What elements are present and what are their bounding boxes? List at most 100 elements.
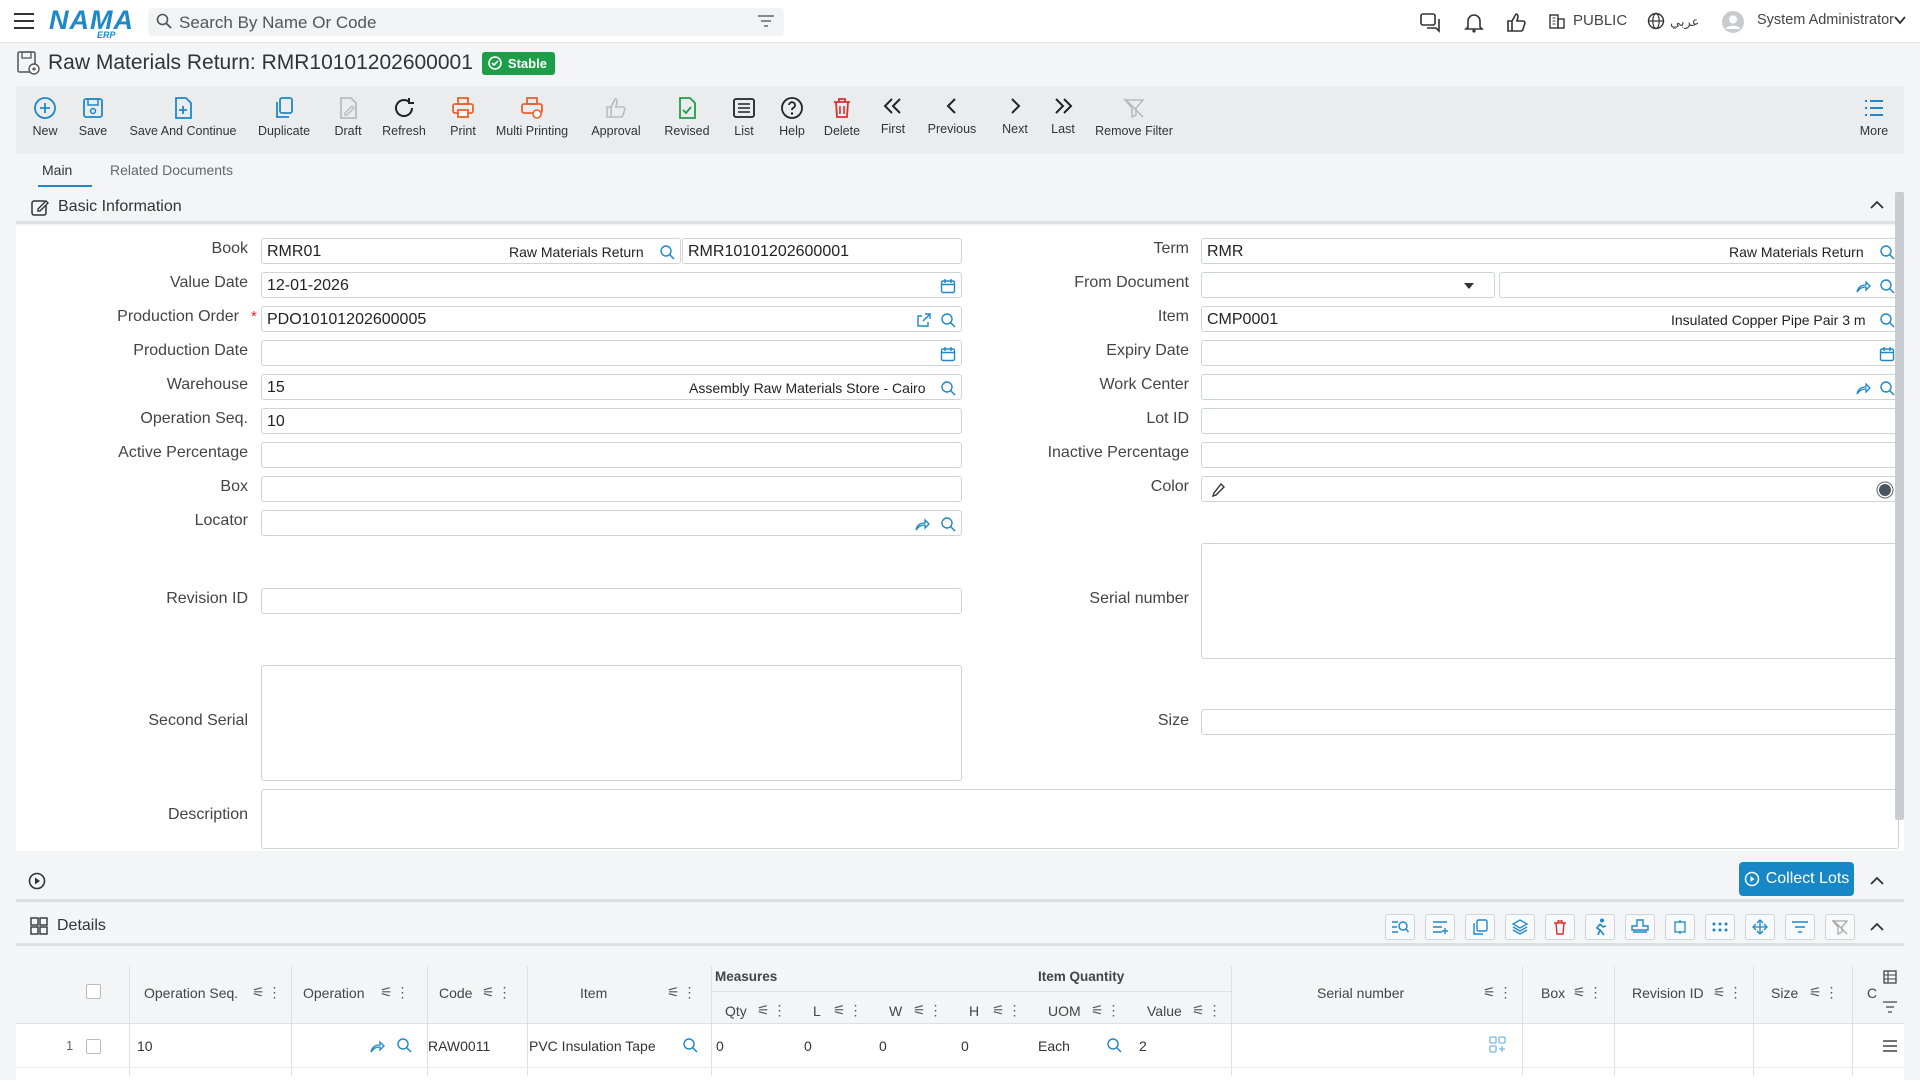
column-filter-icon[interactable]: ⚟⋮	[1809, 984, 1842, 1001]
column-filter-icon[interactable]: ⚟⋮	[833, 1002, 866, 1019]
filter-icon[interactable]	[1883, 1001, 1897, 1013]
save-button[interactable]: Save	[78, 96, 108, 138]
delete-button[interactable]: Delete	[822, 96, 862, 138]
lot-id-field[interactable]	[1201, 408, 1898, 434]
operation-seq-field[interactable]: 10	[261, 408, 962, 434]
refresh-button[interactable]: Refresh	[380, 96, 428, 138]
production-date-field[interactable]	[261, 340, 962, 366]
header-code[interactable]: Code	[439, 985, 472, 1001]
form-scrollbar[interactable]	[1895, 192, 1904, 820]
lookup-icon[interactable]	[1879, 380, 1895, 396]
user-name[interactable]: System Administrator	[1757, 12, 1894, 28]
eyedropper-icon[interactable]	[1210, 482, 1226, 498]
expand-icon[interactable]	[1665, 914, 1695, 940]
row-menu-icon[interactable]	[1883, 1040, 1897, 1052]
column-filter-icon[interactable]: ⚟⋮	[1091, 1002, 1124, 1019]
from-document-field[interactable]	[1499, 272, 1898, 298]
filter-lines-icon[interactable]	[758, 15, 774, 28]
list-button[interactable]: List	[728, 96, 760, 138]
lookup-icon[interactable]	[659, 244, 675, 260]
add-row-icon[interactable]	[1425, 914, 1455, 940]
filter-icon[interactable]	[1785, 914, 1815, 940]
new-button[interactable]: New	[30, 96, 60, 138]
header-serial-number[interactable]: Serial number	[1317, 985, 1404, 1001]
bell-icon[interactable]	[1463, 11, 1485, 33]
lookup-icon[interactable]	[1879, 312, 1895, 328]
play-circle-icon[interactable]	[28, 872, 46, 890]
language-switch[interactable]: عربي	[1670, 14, 1699, 30]
column-filter-icon[interactable]: ⚟⋮	[252, 984, 285, 1001]
logo[interactable]: NAMA ERP	[49, 5, 134, 40]
share-icon[interactable]	[369, 1038, 385, 1054]
cell-operation-seq[interactable]: 10	[137, 1038, 153, 1054]
column-filter-icon[interactable]: ⚟⋮	[1483, 984, 1516, 1001]
chevron-up-icon[interactable]	[1870, 876, 1884, 886]
lookup-icon[interactable]	[396, 1037, 412, 1053]
help-button[interactable]: Help	[774, 96, 810, 138]
serial-apps-icon[interactable]	[1489, 1036, 1507, 1054]
share-icon[interactable]	[914, 516, 930, 532]
header-operation-seq[interactable]: Operation Seq.	[144, 985, 238, 1001]
lookup-icon[interactable]	[1106, 1037, 1122, 1053]
basic-information-header[interactable]: Basic Information	[16, 190, 1904, 224]
previous-button[interactable]: Previous	[926, 94, 978, 136]
more-button[interactable]: More	[1858, 96, 1890, 138]
column-filter-icon[interactable]: ⚟⋮	[757, 1002, 790, 1019]
duplicate-button[interactable]: Duplicate	[256, 96, 312, 138]
share-icon[interactable]	[1855, 278, 1871, 294]
header-revision-id[interactable]: Revision ID	[1632, 985, 1704, 1001]
lookup-icon[interactable]	[940, 516, 956, 532]
column-filter-icon[interactable]: ⚟⋮	[667, 984, 700, 1001]
header-w[interactable]: W	[889, 1003, 902, 1019]
cell-l[interactable]: 0	[804, 1038, 812, 1054]
copy-row-icon[interactable]	[1465, 914, 1495, 940]
column-filter-icon[interactable]: ⚟⋮	[913, 1002, 946, 1019]
header-c[interactable]: C	[1867, 985, 1877, 1001]
column-filter-icon[interactable]: ⚟⋮	[482, 984, 515, 1001]
expiry-date-field[interactable]	[1201, 340, 1898, 366]
inactive-percentage-field[interactable]	[1201, 442, 1898, 468]
print-button[interactable]: Print	[445, 96, 481, 138]
collect-lots-button[interactable]: Collect Lots	[1739, 862, 1854, 896]
avatar[interactable]	[1722, 11, 1744, 33]
table-row[interactable]: 1 10 RAW0011 PVC Insulation Tape 0 0 0 0…	[16, 1024, 1904, 1068]
apps-icon[interactable]	[1705, 914, 1735, 940]
search-box[interactable]: Search By Name Or Code	[148, 8, 784, 36]
columns-icon[interactable]	[1883, 970, 1897, 984]
chat-icon[interactable]	[1419, 11, 1441, 33]
cell-code[interactable]: RAW0011	[428, 1038, 490, 1054]
calendar-icon[interactable]	[1879, 346, 1895, 362]
column-filter-icon[interactable]: ⚟⋮	[1192, 1002, 1225, 1019]
header-box[interactable]: Box	[1541, 985, 1565, 1001]
color-field[interactable]	[1201, 476, 1898, 502]
delete-row-icon[interactable]	[1545, 914, 1575, 940]
size-field[interactable]	[1201, 709, 1898, 735]
menu-icon[interactable]	[14, 13, 34, 29]
tab-main[interactable]: Main	[42, 162, 72, 178]
book-number-field[interactable]: RMR10101202600001	[682, 238, 962, 264]
header-uom[interactable]: UOM	[1048, 1003, 1081, 1019]
header-item[interactable]: Item	[580, 985, 607, 1001]
open-link-icon[interactable]	[916, 312, 932, 328]
first-button[interactable]: First	[878, 94, 908, 136]
stamp-icon[interactable]	[1625, 914, 1655, 940]
next-button[interactable]: Next	[999, 94, 1031, 136]
value-date-field[interactable]: 12-01-2026	[261, 272, 962, 298]
share-icon[interactable]	[1855, 380, 1871, 396]
run-icon[interactable]	[1585, 914, 1615, 940]
lookup-icon[interactable]	[1879, 278, 1895, 294]
filter-off-icon[interactable]	[1825, 914, 1855, 940]
production-order-field[interactable]: PDO10101202600005	[261, 306, 962, 332]
env-label[interactable]: PUBLIC	[1573, 12, 1627, 29]
active-percentage-field[interactable]	[261, 442, 962, 468]
cell-item[interactable]: PVC Insulation Tape	[529, 1038, 656, 1054]
last-button[interactable]: Last	[1048, 94, 1078, 136]
cell-w[interactable]: 0	[879, 1038, 887, 1054]
move-icon[interactable]	[1745, 914, 1775, 940]
book-field[interactable]: RMR01 Raw Materials Return	[261, 238, 681, 264]
header-qty[interactable]: Qty	[725, 1003, 747, 1019]
header-l[interactable]: L	[813, 1003, 821, 1019]
revised-button[interactable]: Revised	[659, 96, 715, 138]
save-and-continue-button[interactable]: Save And Continue	[128, 96, 238, 138]
item-field[interactable]: CMP0001 Insulated Copper Pipe Pair 3 m	[1201, 306, 1898, 332]
